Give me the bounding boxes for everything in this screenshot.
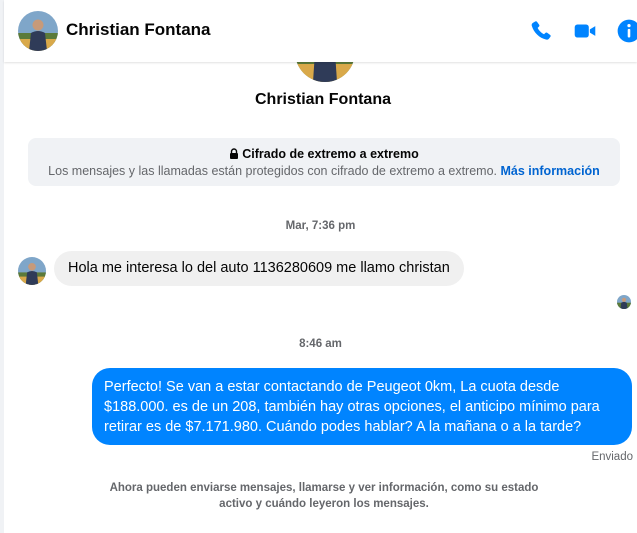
video-camera-icon[interactable] xyxy=(572,18,598,44)
incoming-message-bubble[interactable]: Hola me interesa lo del auto 1136280609 … xyxy=(54,251,464,286)
lock-icon xyxy=(230,148,239,159)
conversation-info-note: Ahora pueden enviarse mensajes, llamarse… xyxy=(109,482,539,510)
sent-status: Enviado xyxy=(591,451,633,463)
messenger-window: Christian Fontana Christian Fontana Cifr… xyxy=(0,0,637,533)
profile-avatar[interactable] xyxy=(295,62,355,82)
read-receipt-avatar xyxy=(617,295,631,309)
encryption-notice: Cifrado de extremo a extremo Los mensaje… xyxy=(28,138,620,186)
sender-avatar[interactable] xyxy=(18,257,46,285)
message-timestamp: 8:46 am xyxy=(299,338,342,350)
more-info-link[interactable]: Más información xyxy=(501,164,600,178)
contact-avatar[interactable] xyxy=(18,11,58,51)
encryption-body: Los mensajes y las llamadas están proteg… xyxy=(48,164,498,178)
avatar-photo-icon xyxy=(18,11,58,51)
avatar-photo-icon xyxy=(295,62,355,82)
encryption-title: Cifrado de extremo a extremo xyxy=(242,147,419,161)
info-icon[interactable] xyxy=(616,18,637,44)
phone-icon[interactable] xyxy=(528,18,554,44)
conversation-header: Christian Fontana xyxy=(4,0,637,62)
outgoing-message-bubble[interactable]: Perfecto! Se van a estar contactando de … xyxy=(92,368,632,445)
contact-name[interactable]: Christian Fontana xyxy=(66,20,211,40)
profile-name: Christian Fontana xyxy=(254,91,391,108)
avatar-photo-icon xyxy=(18,257,46,285)
message-timestamp: Mar, 7:36 pm xyxy=(285,220,356,232)
message-thread[interactable]: Christian Fontana Cifrado de extremo a e… xyxy=(4,62,637,533)
avatar-photo-icon xyxy=(617,295,631,309)
